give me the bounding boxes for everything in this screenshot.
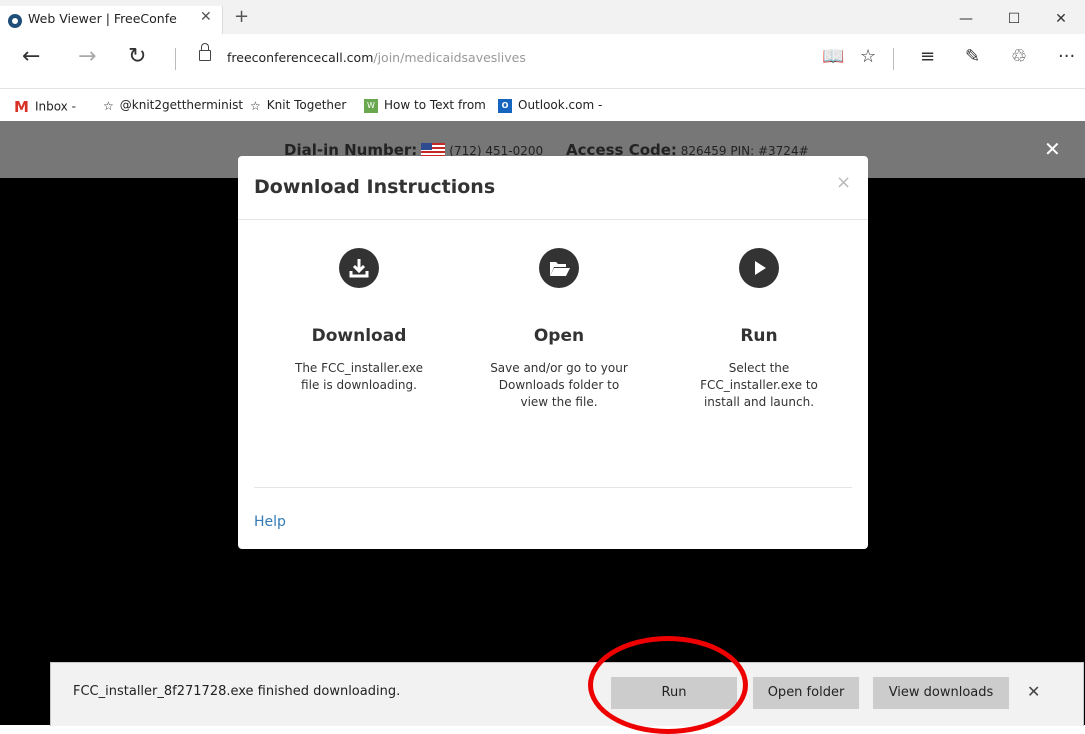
maximize-button[interactable]: ☐ — [990, 6, 1038, 32]
url-path: /join/medicaidsaveslives — [373, 50, 526, 65]
favorite-knit-together[interactable]: ☆ Knit Together — [250, 98, 346, 113]
close-viewer-icon[interactable]: ✕ — [1044, 137, 1061, 161]
favorite-knit2getherminist[interactable]: ☆ @knit2gettherminist — [103, 98, 243, 113]
step-title: Open — [533, 326, 585, 346]
download-bar-close-icon[interactable]: ✕ — [1027, 682, 1040, 701]
download-icon — [339, 248, 379, 288]
step-title: Download — [311, 326, 407, 346]
modal-close-icon[interactable]: × — [836, 172, 851, 193]
highlight-circle-annotation — [588, 636, 748, 734]
reading-view-icon[interactable]: 📖 — [822, 47, 844, 67]
step-run: Run Select the FCC_installer.exe to inst… — [664, 248, 854, 411]
download-message: FCC_installer_8f271728.exe finished down… — [73, 684, 401, 699]
forward-button[interactable]: → — [78, 46, 96, 68]
divider — [893, 48, 894, 70]
refresh-button[interactable]: ↻ — [128, 46, 146, 68]
address-bar: ← → ↻ freeconferencecall.com/join/medica… — [0, 34, 1085, 89]
window-close-button[interactable]: ✕ — [1037, 6, 1085, 32]
open-folder-button[interactable]: Open folder — [753, 677, 859, 709]
step-open: Open Save and/or go to your Downloads fo… — [464, 248, 654, 411]
lock-icon[interactable] — [199, 43, 211, 61]
download-instructions-modal: Download Instructions × Download The FCC… — [238, 156, 868, 549]
tab-close-icon[interactable]: ✕ — [200, 9, 212, 25]
share-icon[interactable]: ♲ — [1011, 47, 1027, 67]
favorite-inbox[interactable]: M Inbox - — [14, 98, 76, 116]
gmail-icon: M — [14, 98, 29, 116]
help-link[interactable]: Help — [254, 514, 286, 530]
tab-bar: Web Viewer | FreeConfe ✕ + — ☐ ✕ — [0, 0, 1085, 34]
hub-icon[interactable]: ≡ — [920, 47, 935, 67]
favorite-outlook[interactable]: O Outlook.com - — [498, 98, 602, 113]
web-note-icon[interactable]: ✎ — [965, 47, 980, 67]
url-field[interactable]: freeconferencecall.com/join/medicaidsave… — [227, 50, 526, 65]
step-title: Run — [740, 326, 778, 346]
new-tab-button[interactable]: + — [234, 8, 249, 26]
favorite-star-icon[interactable]: ☆ — [860, 47, 876, 67]
favorite-label: Knit Together — [266, 98, 347, 112]
us-flag-icon — [421, 143, 446, 156]
favorite-how-to-text[interactable]: W How to Text from — [364, 98, 486, 113]
favorite-label: Inbox - — [34, 99, 76, 114]
step-download: Download The FCC_installer.exe file is d… — [264, 248, 454, 394]
back-button[interactable]: ← — [22, 46, 40, 68]
site-favicon-icon — [8, 14, 22, 28]
download-notification-bar: FCC_installer_8f271728.exe finished down… — [50, 662, 1084, 726]
divider — [254, 487, 852, 488]
step-description: Select the FCC_installer.exe to install … — [700, 361, 818, 409]
url-domain: freeconferencecall.com — [227, 50, 374, 65]
divider — [175, 48, 176, 70]
view-downloads-button[interactable]: View downloads — [873, 677, 1009, 709]
favorites-bar: M Inbox - ☆ @knit2gettherminist ☆ Knit Toge… — [0, 89, 1085, 121]
tab-title: Web Viewer | FreeConfe — [28, 11, 177, 26]
more-icon[interactable]: ··· — [1058, 47, 1075, 67]
outlook-icon: O — [498, 98, 512, 113]
favorite-label: @knit2gettherminist — [119, 98, 244, 112]
modal-title: Download Instructions — [254, 176, 496, 198]
browser-tab[interactable]: Web Viewer | FreeConfe ✕ — [0, 6, 223, 34]
star-icon: ☆ — [250, 98, 261, 113]
step-description: The FCC_installer.exe file is downloadin… — [294, 361, 424, 392]
star-icon: ☆ — [103, 98, 114, 113]
favorite-label: How to Text from — [384, 98, 486, 112]
folder-open-icon — [539, 248, 579, 288]
minimize-button[interactable]: — — [942, 6, 990, 32]
play-icon — [739, 248, 779, 288]
favorite-label: Outlook.com - — [518, 98, 603, 112]
step-description: Save and/or go to your Downloads folder … — [490, 361, 628, 409]
divider — [238, 219, 868, 220]
webhost-icon: W — [364, 98, 378, 113]
